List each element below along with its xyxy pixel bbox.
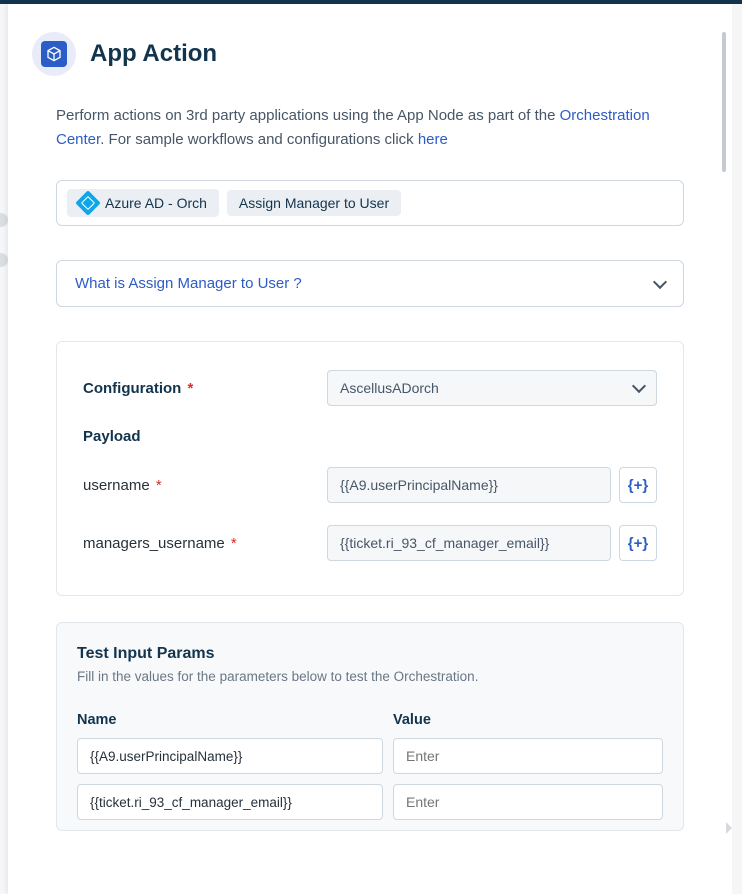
param-name-cell: {{ticket.ri_93_cf_manager_email}}	[77, 784, 383, 820]
table-row: {{A9.userPrincipalName}}	[77, 738, 663, 774]
test-panel-title: Test Input Params	[77, 645, 663, 663]
configuration-panel: Configuration * AscellusADorch Payload u…	[56, 341, 684, 596]
managers-username-label-text: managers_username	[83, 535, 225, 552]
param-value-input[interactable]	[393, 738, 663, 774]
sample-workflows-link[interactable]: here	[418, 131, 448, 148]
insert-placeholder-button[interactable]: {+}	[619, 525, 657, 561]
resize-handle-icon[interactable]	[726, 822, 732, 834]
managers-username-label: managers_username *	[83, 535, 327, 552]
configuration-label: Configuration *	[83, 380, 327, 397]
configuration-select[interactable]: AscellusADorch	[327, 370, 657, 406]
desc-text-2: . For sample workflows and configuration…	[100, 131, 418, 148]
selected-app-pill[interactable]: Azure AD - Orch	[67, 189, 219, 217]
username-label-text: username	[83, 477, 150, 494]
param-value-input[interactable]	[393, 784, 663, 820]
configuration-label-text: Configuration	[83, 380, 181, 397]
username-input[interactable]	[327, 467, 611, 503]
app-action-dialog: App Action Perform actions on 3rd party …	[8, 4, 732, 894]
selected-action-label: Assign Manager to User	[239, 195, 389, 211]
col-header-name: Name	[77, 712, 393, 728]
app-action-hero-icon	[32, 32, 76, 76]
payload-heading: Payload	[83, 428, 657, 445]
desc-text-1: Perform actions on 3rd party application…	[56, 107, 560, 124]
azure-ad-icon	[75, 190, 100, 215]
required-marker: *	[227, 535, 237, 552]
scrollbar-thumb[interactable]	[722, 32, 726, 172]
managers-username-input[interactable]	[327, 525, 611, 561]
username-label: username *	[83, 477, 327, 494]
dialog-description: Perform actions on 3rd party application…	[56, 104, 684, 152]
chevron-down-icon	[632, 379, 646, 393]
insert-placeholder-button[interactable]: {+}	[619, 467, 657, 503]
test-panel-subtitle: Fill in the values for the parameters be…	[77, 669, 663, 684]
configuration-select-value: AscellusADorch	[340, 380, 439, 396]
cube-icon	[46, 46, 62, 62]
required-marker: *	[152, 477, 162, 494]
chevron-down-icon	[653, 274, 667, 288]
selected-action-pill[interactable]: Assign Manager to User	[227, 190, 401, 216]
selected-app-action-bar: Azure AD - Orch Assign Manager to User	[56, 180, 684, 226]
what-is-action-accordion[interactable]: What is Assign Manager to User ?	[56, 260, 684, 307]
required-marker: *	[183, 380, 193, 397]
test-table-header: Name Value	[77, 712, 663, 728]
selected-app-label: Azure AD - Orch	[105, 195, 207, 211]
param-name-cell: {{A9.userPrincipalName}}	[77, 738, 383, 774]
accordion-title: What is Assign Manager to User ?	[75, 275, 302, 292]
left-rail-hint	[0, 200, 8, 280]
col-header-value: Value	[393, 712, 663, 728]
table-row: {{ticket.ri_93_cf_manager_email}}	[77, 784, 663, 820]
dialog-title: App Action	[90, 40, 217, 68]
test-input-params-panel: Test Input Params Fill in the values for…	[56, 622, 684, 831]
